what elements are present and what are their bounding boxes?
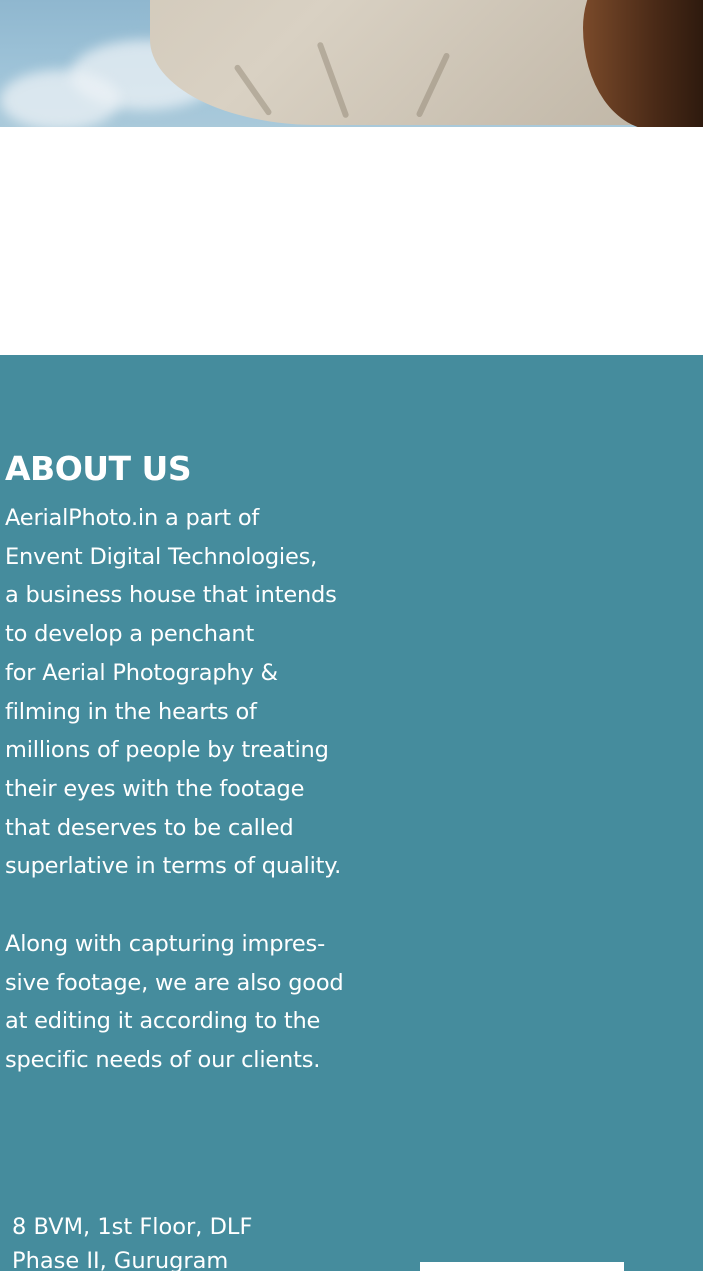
about-paragraph-2: Along with capturing impres- sive footag… [5,925,344,1080]
about-paragraph-line: Envent Digital Technologies, [5,543,318,570]
hero-image [0,0,703,127]
spacer-section [0,127,703,355]
about-paragraph-line: that deserves to be called [5,814,294,841]
address-line: Phase II, Gurugram [12,1248,229,1271]
about-paragraph-1: AerialPhoto.in a part of Envent Digital … [5,499,341,886]
about-paragraph-line: filming in the hearts of [5,698,257,725]
about-section: ABOUT US AerialPhoto.in a part of Envent… [0,355,703,1271]
about-paragraph-line: at editing it according to the [5,1008,321,1035]
about-paragraph-line: their eyes with the footage [5,775,305,802]
about-paragraph-line: superlative in terms of quality. [5,853,342,880]
address-line: 8 BVM, 1st Floor, DLF [12,1214,253,1240]
footer-address: 8 BVM, 1st Floor, DLF Phase II, Gurugram [12,1210,252,1271]
about-paragraph-line: to develop a penchant [5,621,255,648]
about-paragraph-line: sive footage, we are also good [5,969,344,996]
cloud-shape [0,70,120,127]
footer-button[interactable] [420,1262,624,1271]
about-paragraph-line: specific needs of our clients. [5,1047,321,1074]
about-title: ABOUT US [5,449,192,488]
about-paragraph-line: AerialPhoto.in a part of [5,505,260,531]
about-paragraph-line: Along with capturing impres- [5,931,326,957]
about-paragraph-line: millions of people by treating [5,737,329,764]
about-paragraph-line: a business house that intends [5,582,337,609]
about-paragraph-line: for Aerial Photography & [5,659,278,686]
